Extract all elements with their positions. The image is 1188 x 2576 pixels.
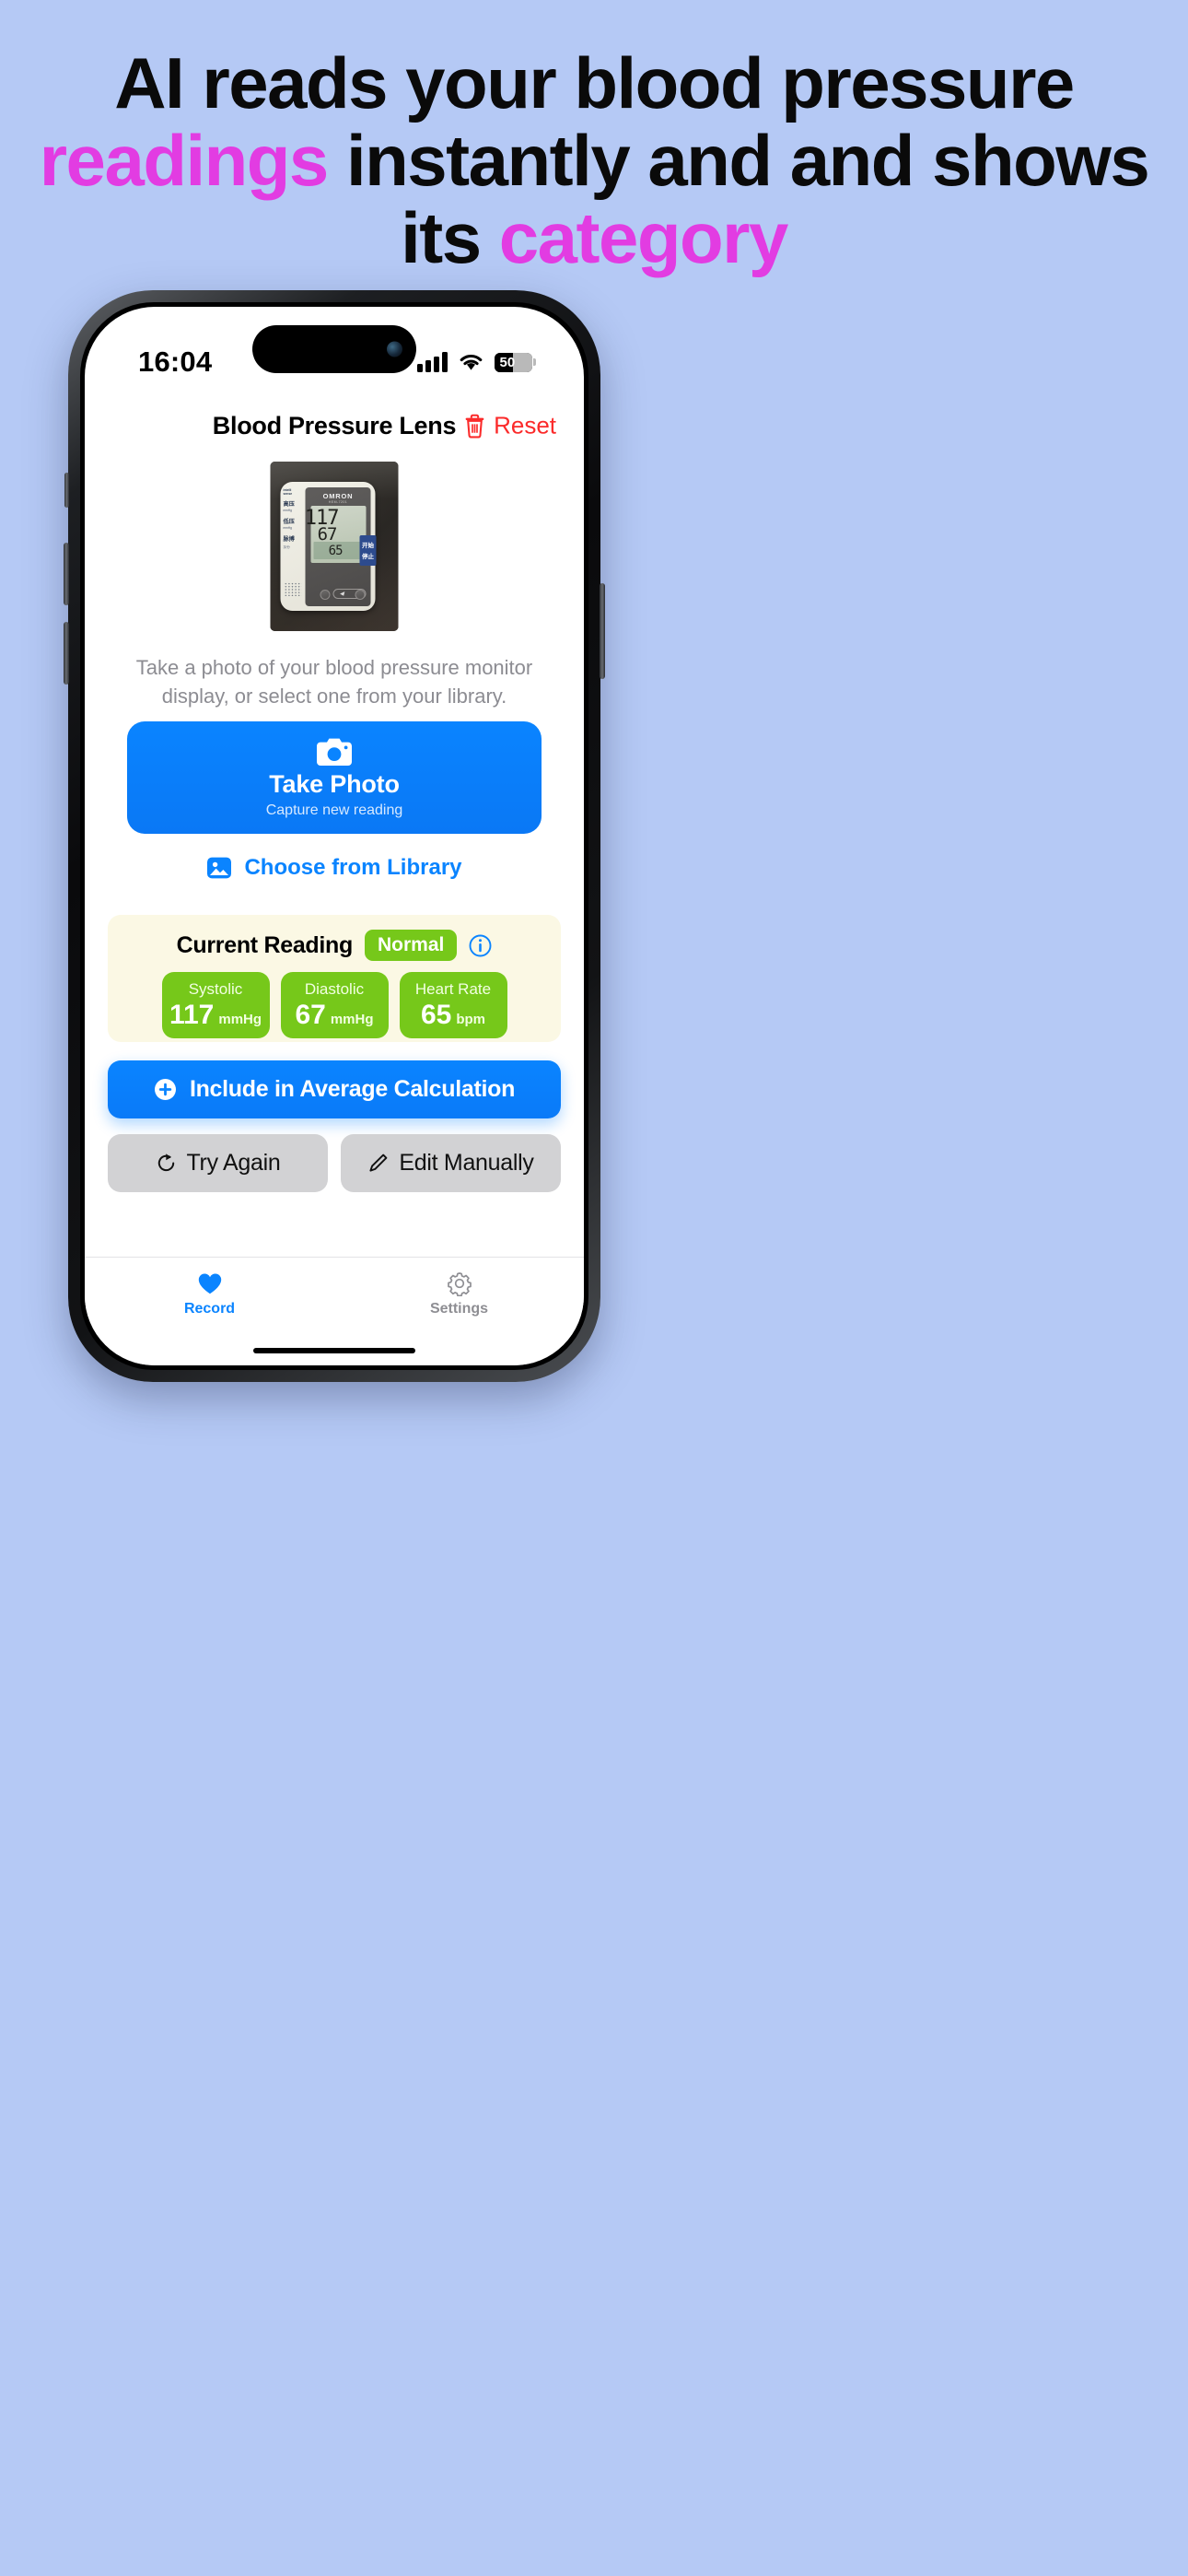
monitor-speaker-grille — [284, 582, 302, 596]
wifi-icon — [460, 354, 482, 370]
app-title: Blood Pressure Lens — [212, 411, 457, 439]
tile-label: Systolic — [188, 979, 243, 998]
tile-diastolic: Diastolic 67 mmHg — [280, 972, 389, 1038]
current-reading-title: Current Reading — [176, 931, 354, 958]
reset-button[interactable]: Reset — [464, 412, 556, 440]
captured-photo-thumbnail[interactable]: intelli sense 高压 mmHg 低压 mmHg 脉搏 次/分 OMRO… — [270, 462, 399, 631]
status-badge: Normal — [365, 930, 458, 961]
secondary-button-row: Try Again Edit Manually — [108, 1134, 561, 1192]
status-time: 16:04 — [138, 345, 213, 378]
tile-value: 65 — [420, 999, 452, 1030]
refresh-icon — [157, 1153, 174, 1172]
include-in-average-button[interactable]: Include in Average Calculation — [108, 1060, 561, 1118]
cellular-bars-icon — [417, 352, 448, 372]
edit-manually-label: Edit Manually — [399, 1150, 534, 1176]
reset-label: Reset — [494, 411, 556, 439]
battery-icon: 50 — [494, 352, 536, 372]
tile-systolic: Systolic 117 mmHg — [161, 972, 270, 1038]
current-reading-card: Current Reading Normal Systolic 117 mmHg — [108, 915, 561, 1042]
photo-library-icon — [207, 857, 232, 879]
volume-down-button[interactable] — [64, 622, 69, 685]
headline-accent-category: category — [498, 197, 789, 279]
gear-icon — [447, 1272, 472, 1296]
take-photo-button[interactable]: Take Photo Capture new reading — [127, 721, 542, 834]
plus-circle-icon — [154, 1079, 176, 1100]
lcd-pulse: 65 — [328, 544, 344, 558]
tile-value: 117 — [169, 999, 215, 1030]
intellisense-logo: intelli sense — [283, 488, 293, 496]
tile-unit: mmHg — [330, 1011, 374, 1027]
phone-bezel: 16:04 50 Blood Pressure Lens Reset intel… — [80, 302, 588, 1370]
current-reading-header: Current Reading Normal — [108, 930, 561, 961]
tab-record-label: Record — [183, 1301, 236, 1317]
omron-brand: OMRON — [322, 492, 354, 500]
phone-mockup: 16:04 50 Blood Pressure Lens Reset intel… — [64, 290, 605, 1382]
info-circle-icon[interactable] — [469, 934, 492, 957]
dynamic-island — [252, 325, 416, 373]
lcd-diastolic: 67 — [317, 524, 338, 544]
headline-accent-readings: readings — [39, 120, 330, 202]
pencil-icon — [369, 1153, 388, 1172]
choose-from-library-button[interactable]: Choose from Library — [85, 855, 584, 881]
monitor-memory-button — [355, 590, 366, 600]
volume-up-button[interactable] — [64, 543, 69, 605]
home-indicator[interactable] — [253, 1348, 415, 1353]
camera-icon — [317, 738, 352, 766]
instruction-text: Take a photo of your blood pressure moni… — [135, 656, 533, 708]
choose-from-library-label: Choose from Library — [244, 855, 462, 880]
monitor-lcd: 117 67 65 — [305, 506, 367, 563]
app-header: Blood Pressure Lens Reset — [85, 397, 584, 454]
try-again-label: Try Again — [186, 1150, 281, 1176]
monitor-side-labels: 高压 mmHg 低压 mmHg 脉搏 次/分 — [283, 501, 295, 549]
reading-tiles: Systolic 117 mmHg Diastolic 67 mmHg Hear… — [108, 972, 561, 1038]
tab-settings-label: Settings — [429, 1301, 489, 1317]
tile-unit: mmHg — [218, 1011, 262, 1027]
status-indicators: 50 — [417, 352, 536, 372]
phone-screen: 16:04 50 Blood Pressure Lens Reset intel… — [85, 307, 584, 1365]
monitor-set-button — [320, 590, 331, 600]
tile-label: Heart Rate — [414, 979, 492, 998]
take-photo-title: Take Photo — [269, 769, 400, 798]
silent-switch[interactable] — [64, 473, 69, 508]
heart-icon — [198, 1273, 221, 1294]
power-button[interactable] — [600, 583, 605, 679]
page-title: AI reads your blood pressure readings in… — [0, 44, 1188, 277]
front-camera-icon — [387, 341, 402, 357]
headline-part-1: AI reads your blood pressure — [114, 42, 1075, 123]
include-in-average-label: Include in Average Calculation — [189, 1076, 516, 1102]
tile-value: 67 — [295, 999, 326, 1030]
trash-icon — [465, 414, 484, 438]
monitor-model: HEM-7201 — [328, 500, 348, 504]
edit-manually-button[interactable]: Edit Manually — [341, 1134, 561, 1192]
battery-level: 50 — [499, 354, 516, 370]
try-again-button[interactable]: Try Again — [108, 1134, 328, 1192]
tile-label: Diastolic — [304, 979, 365, 998]
monitor-body: intelli sense 高压 mmHg 低压 mmHg 脉搏 次/分 OMRO… — [280, 482, 377, 611]
monitor-start-stop-button: 开始 停止 — [359, 535, 377, 566]
tile-unit: bpm — [456, 1011, 486, 1027]
tile-heart-rate: Heart Rate 65 bpm — [399, 972, 507, 1038]
take-photo-subtitle: Capture new reading — [265, 802, 403, 818]
